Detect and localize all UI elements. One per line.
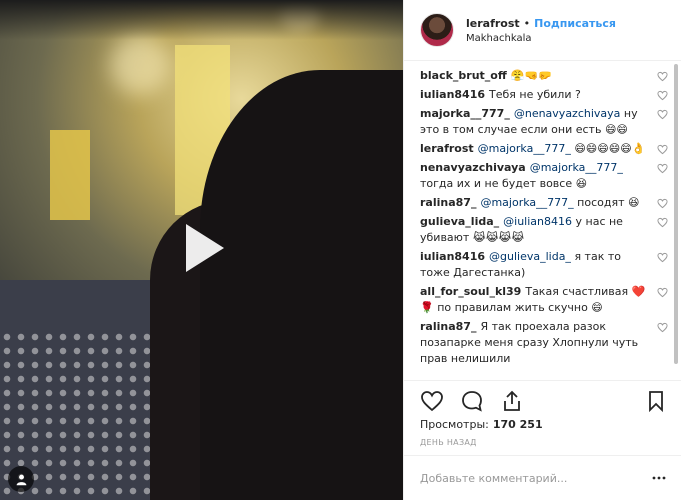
views-count: Просмотры: 170 251 — [420, 418, 543, 431]
comment-emoji: ❤️ — [631, 285, 646, 298]
comment-username[interactable]: all_for_soul_kl39 — [420, 285, 521, 298]
comment-text: Тебя не убили ? — [489, 88, 581, 101]
comment-text: посодят — [577, 196, 625, 209]
comment-item: nenavyazchivaya @majorka__777_ тогда их и… — [420, 160, 668, 192]
like-button[interactable] — [420, 389, 444, 413]
separator-dot: • — [523, 16, 531, 30]
comment-item: ralina87_ @majorka__777_ посодят 😆 — [420, 195, 668, 211]
comment-item: all_for_soul_kl39 Такая счастливая ❤️ 🌹 п… — [420, 284, 668, 316]
views-label: Просмотры: — [420, 418, 489, 431]
comment-text-continued: 🌹 по правилам жить скучно — [420, 301, 588, 314]
comment-mention[interactable]: @iulian8416 — [503, 215, 572, 228]
comment-button[interactable] — [460, 389, 484, 413]
play-icon — [186, 224, 224, 272]
video-car-roof — [0, 0, 403, 40]
bookmark-icon — [649, 390, 663, 412]
comment-text: Такая счастливая — [525, 285, 629, 298]
comment-username[interactable]: majorka__777_ — [420, 107, 510, 120]
post-header: lerafrost • Подписаться Makhachkala — [404, 0, 681, 61]
comment-mention[interactable]: @nenavyazchivaya — [514, 107, 621, 120]
post-timestamp[interactable]: день назад — [420, 438, 477, 447]
sound-toggle-button[interactable] — [8, 466, 34, 492]
views-number: 170 251 — [492, 418, 543, 431]
comment-emoji: 😆 — [575, 177, 588, 190]
save-button[interactable] — [644, 389, 668, 413]
post-location[interactable]: Makhachkala — [466, 33, 616, 44]
author-avatar[interactable] — [420, 13, 454, 47]
comment-mention[interactable]: @majorka__777_ — [478, 142, 571, 155]
comment-emoji: 😹😹😹😹 — [472, 231, 525, 244]
heart-icon — [421, 390, 443, 411]
comment-like-heart-icon[interactable] — [657, 71, 668, 82]
comment-item: iulian8416 Тебя не убили ? — [420, 87, 668, 103]
comments-scrollbar[interactable] — [674, 64, 678, 374]
comment-item: majorka__777_ @nenavyazchivaya ну это в т… — [420, 106, 668, 138]
comment-username[interactable]: iulian8416 — [420, 88, 485, 101]
comment-like-heart-icon[interactable] — [657, 252, 668, 263]
follow-button[interactable]: Подписаться — [534, 17, 616, 30]
video-light-glow — [110, 35, 170, 95]
comment-input[interactable] — [420, 471, 652, 485]
post-video[interactable] — [0, 0, 403, 500]
comment-like-heart-icon[interactable] — [657, 163, 668, 174]
comment-username[interactable]: gulieva_lida_ — [420, 215, 499, 228]
comment-icon — [462, 390, 482, 412]
comment-emoji: 😤🤜🤛 — [510, 69, 552, 82]
comment-composer — [404, 455, 681, 500]
comment-like-heart-icon[interactable] — [657, 322, 668, 333]
comment-emoji: 😄😄 — [604, 123, 628, 136]
share-icon — [504, 390, 520, 411]
sound-icon — [16, 474, 26, 485]
comment-username[interactable]: ralina87_ — [420, 196, 476, 209]
comment-text: тогда их и не будет вовсе — [420, 177, 573, 190]
comment-mention[interactable]: @majorka__777_ — [480, 196, 573, 209]
scrollbar-thumb[interactable] — [674, 64, 678, 364]
author-info: lerafrost • Подписаться Makhachkala — [466, 17, 616, 44]
comment-item: black_brut_off 😤🤜🤛 — [420, 68, 668, 84]
comment-item: iulian8416 @gulieva_lida_ я так то тоже Д… — [420, 249, 668, 281]
comment-like-heart-icon[interactable] — [657, 198, 668, 209]
comment-like-heart-icon[interactable] — [657, 90, 668, 101]
comment-like-heart-icon[interactable] — [657, 144, 668, 155]
comment-item: lerafrost @majorka__777_ 😄😄😄😄😄👌 — [420, 141, 668, 157]
comment-like-heart-icon[interactable] — [657, 287, 668, 298]
comment-like-heart-icon[interactable] — [657, 109, 668, 120]
video-hair — [200, 70, 403, 500]
comment-item: ralina87_ Я так проехала разок позапарке … — [420, 319, 668, 367]
post-sidebar: lerafrost • Подписаться Makhachkala blac… — [403, 0, 681, 500]
comment-item: gulieva_lida_ @iulian8416 у нас не убиваю… — [420, 214, 668, 246]
comment-username[interactable]: black_brut_off — [420, 69, 507, 82]
comment-emoji: 😆 — [627, 196, 640, 209]
share-button[interactable] — [500, 389, 524, 413]
author-username[interactable]: lerafrost — [466, 17, 520, 30]
comments-list[interactable]: black_brut_off 😤🤜🤛 iulian8416 Тебя не убили… — [404, 62, 681, 380]
comment-username[interactable]: ralina87_ — [420, 320, 476, 333]
video-sign-left — [50, 130, 90, 220]
comment-like-heart-icon[interactable] — [657, 217, 668, 228]
comment-emoji: 😄😄😄😄😄👌 — [574, 142, 646, 155]
post-actions — [404, 380, 681, 420]
comment-username[interactable]: lerafrost — [420, 142, 474, 155]
play-button[interactable] — [172, 218, 232, 278]
comment-mention[interactable]: @majorka__777_ — [530, 161, 623, 174]
comment-emoji: 😄 — [591, 301, 603, 314]
comment-username[interactable]: nenavyazchivaya — [420, 161, 526, 174]
comment-mention[interactable]: @gulieva_lida_ — [489, 250, 571, 263]
more-icon[interactable] — [652, 471, 666, 485]
comment-username[interactable]: iulian8416 — [420, 250, 485, 263]
